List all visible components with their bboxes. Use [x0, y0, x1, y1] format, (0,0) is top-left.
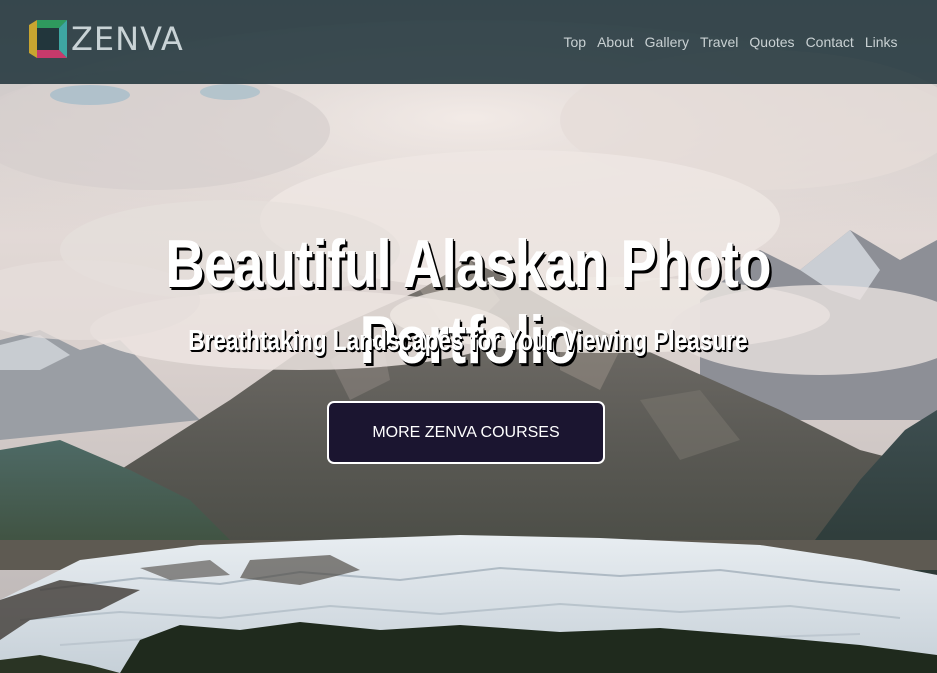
logo[interactable]: ZENVA [29, 20, 184, 58]
nav-link-about[interactable]: About [592, 33, 640, 51]
nav-link-travel[interactable]: Travel [695, 33, 744, 51]
nav-link-top[interactable]: Top [558, 33, 592, 51]
page: ZENVA Top About Gallery Travel Quotes Co… [0, 0, 937, 673]
nav-link-contact[interactable]: Contact [800, 33, 859, 51]
logo-text: ZENVA [71, 20, 184, 58]
nav-link-links[interactable]: Links [859, 33, 903, 51]
nav-link-gallery[interactable]: Gallery [639, 33, 694, 51]
navbar: ZENVA Top About Gallery Travel Quotes Co… [0, 0, 937, 84]
main-nav: Top About Gallery Travel Quotes Contact … [558, 33, 903, 51]
zenva-logo-icon [29, 20, 67, 58]
hero-subtitle: Breathtaking Landscapes for Your Viewing… [188, 325, 748, 357]
nav-link-quotes[interactable]: Quotes [744, 33, 800, 51]
more-courses-button[interactable]: MORE ZENVA COURSES [327, 401, 605, 464]
